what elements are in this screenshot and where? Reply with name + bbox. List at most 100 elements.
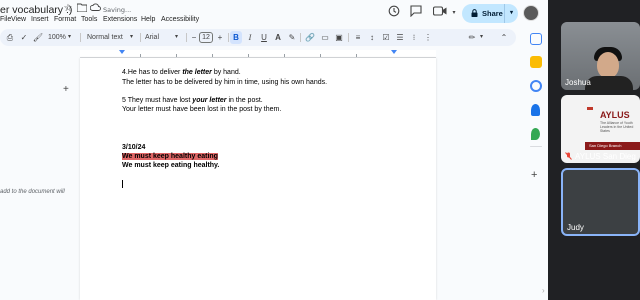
participant-name: Joshua [565, 78, 591, 87]
saving-status: Saving... [103, 6, 132, 14]
style-dropdown-icon[interactable]: ▾ [130, 31, 133, 44]
side-panel: + [524, 28, 548, 300]
right-indent-marker[interactable] [391, 50, 397, 54]
collapse-toolbar-icon[interactable]: ⌃ [498, 31, 510, 44]
ruler-tick [176, 54, 177, 57]
spellcheck-icon[interactable]: ✓ [18, 31, 30, 44]
menu-extensions[interactable]: Extensions [103, 16, 137, 23]
get-addons-icon[interactable]: + [531, 169, 537, 181]
increase-font-size-button[interactable]: + [214, 31, 226, 44]
align-icon[interactable]: ≡ [352, 31, 364, 44]
participant-name: AYLUS San Dieg [575, 152, 636, 161]
highlight-color-icon[interactable]: ✎ [286, 31, 298, 44]
toolbar-divider [300, 33, 301, 42]
zoom-dropdown-icon[interactable]: ▾ [68, 31, 71, 44]
text-color-icon[interactable]: A [272, 31, 284, 44]
add-tab-button[interactable]: + [63, 84, 69, 95]
version-history-icon[interactable] [386, 5, 402, 21]
font-select[interactable]: Arial [145, 31, 159, 44]
cloud-status-icon[interactable] [89, 3, 101, 15]
bold-icon[interactable]: B [230, 31, 242, 44]
toolbar-divider [186, 33, 187, 42]
ruler [80, 50, 436, 58]
video-call-panel: Joshua AYLUS The Alliance of Youth Leade… [548, 0, 640, 300]
contacts-icon[interactable] [531, 104, 540, 116]
menu-format[interactable]: Format [54, 16, 76, 23]
outline-hint-text: add to the document will [0, 189, 65, 195]
sentence-5: 5 They must have lost your letter in the… [122, 97, 263, 104]
participant-shirt [585, 76, 633, 90]
share-dropdown-icon[interactable]: ▾ [504, 4, 518, 23]
left-indent-marker[interactable] [119, 50, 125, 54]
italic-icon[interactable]: I [244, 31, 256, 44]
keep-icon[interactable] [530, 56, 542, 68]
lock-icon [471, 9, 478, 17]
date-heading: 3/10/24 [122, 144, 146, 151]
sentence-4-passive: The letter has to be delivered by him in… [122, 79, 328, 86]
participant-tile-joshua[interactable]: Joshua [561, 22, 640, 90]
sentence-5-passive: Your letter must have been lost in the p… [122, 106, 282, 113]
line-spacing-icon[interactable]: ↕ [366, 31, 378, 44]
insert-image-icon[interactable]: ▣ [333, 31, 345, 44]
editing-mode-icon[interactable]: ✏ [466, 31, 478, 44]
insert-comment-icon[interactable]: ▭ [319, 31, 331, 44]
text-cursor [122, 180, 123, 188]
slide-banner: San Diego Branch [585, 142, 640, 150]
document-outline-panel: + add to the document will [0, 58, 76, 300]
editing-mode-dropdown-icon[interactable]: ▾ [480, 31, 483, 44]
insert-link-icon[interactable]: 🔗 [304, 31, 316, 44]
calendar-icon[interactable] [530, 33, 542, 45]
paint-format-icon[interactable]: 🖌 [32, 31, 44, 44]
menu-file[interactable]: File [0, 16, 11, 23]
participant-tile-judy[interactable]: Judy [561, 168, 640, 236]
title-bar: er vocabulary :) ☆ Saving... File View I… [0, 0, 548, 28]
slide-subtitle: The Alliance of Youth Leaders in the Uni… [600, 121, 634, 133]
side-panel-divider [530, 146, 542, 147]
print-icon[interactable]: ⎙ [4, 31, 16, 44]
sentence-4: 4.He has to deliver the letter by hand. [122, 69, 241, 76]
formatting-toolbar: ⎙ ✓ 🖌 100% ▾ Normal text ▾ Arial ▾ − 12 … [0, 29, 516, 46]
google-docs-window: er vocabulary :) ☆ Saving... File View I… [0, 0, 548, 300]
menu-accessibility[interactable]: Accessibility [161, 16, 199, 23]
participant-tile-aylus[interactable]: AYLUS The Alliance of Youth Leaders in t… [561, 95, 640, 163]
checklist-icon[interactable]: ☑ [380, 31, 392, 44]
ruler-tick [284, 54, 285, 57]
highlighted-sentence: We must keep healthy eating [122, 153, 218, 160]
menu-help[interactable]: Help [141, 16, 155, 23]
share-button[interactable]: Share ▾ [462, 4, 518, 23]
more-options-icon[interactable]: ⋮ [422, 31, 434, 44]
document-page[interactable]: 4.He has to deliver the letter by hand. … [80, 58, 436, 300]
share-label: Share [482, 9, 503, 18]
underline-icon[interactable]: U [258, 31, 270, 44]
meet-dropdown-icon[interactable]: ▾ [446, 5, 462, 21]
style-select[interactable]: Normal text [87, 31, 123, 44]
toolbar-divider [228, 33, 229, 42]
tasks-icon[interactable] [530, 80, 542, 92]
corrected-sentence: We must keep eating healthy. [122, 162, 220, 169]
menu-insert[interactable]: Insert [31, 16, 49, 23]
toolbar-divider [80, 33, 81, 42]
ruler-tick [212, 54, 213, 57]
ruler-tick [356, 54, 357, 57]
participant-face [597, 52, 619, 78]
zoom-select[interactable]: 100% [48, 31, 66, 44]
font-dropdown-icon[interactable]: ▾ [175, 31, 178, 44]
comments-icon[interactable] [408, 5, 424, 21]
bulleted-list-icon[interactable]: ☰ [394, 31, 406, 44]
toolbar-divider [140, 33, 141, 42]
star-icon[interactable]: ☆ [62, 3, 74, 15]
ruler-tick [320, 54, 321, 57]
menu-tools[interactable]: Tools [81, 16, 97, 23]
slide-logo-mark [587, 107, 593, 110]
maps-icon[interactable] [531, 128, 540, 140]
numbered-list-icon[interactable]: ⁝ [408, 31, 420, 44]
move-folder-icon[interactable] [76, 3, 88, 15]
account-avatar[interactable] [523, 5, 539, 21]
mic-muted-icon [565, 152, 572, 160]
hide-side-panel-icon[interactable]: › [542, 286, 545, 295]
participant-name: Judy [567, 223, 584, 232]
menu-view[interactable]: View [11, 16, 26, 23]
ruler-tick [140, 54, 141, 57]
font-size-input[interactable]: 12 [199, 32, 213, 43]
slide-logo-text: AYLUS [600, 110, 630, 120]
